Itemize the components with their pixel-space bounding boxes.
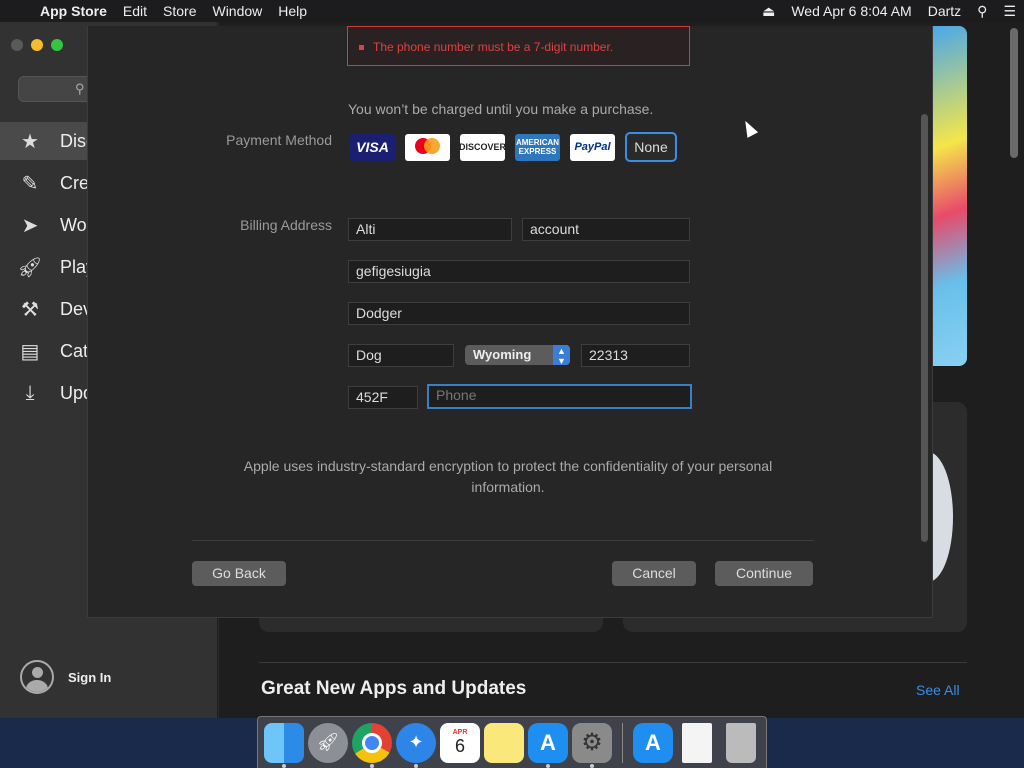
menu-store[interactable]: Store	[155, 3, 204, 19]
finder-icon[interactable]	[264, 722, 304, 768]
calendar-month: APR	[452, 728, 468, 736]
sign-in-button[interactable]: Sign In	[20, 660, 111, 694]
menu-edit[interactable]: Edit	[115, 3, 155, 19]
notes-icon[interactable]	[484, 722, 524, 763]
chevron-updown-icon: ▲ ▼	[553, 345, 570, 366]
window-controls	[11, 39, 63, 51]
payment-method-options: VISA DISCOVER AMERICAN EXPRESS PayPal No…	[350, 132, 677, 162]
chrome-icon[interactable]	[352, 722, 392, 768]
discover-option[interactable]: DISCOVER	[459, 133, 506, 161]
payment-sheet: The phone number must be a 7-digit numbe…	[87, 26, 933, 618]
cancel-button[interactable]: Cancel	[612, 561, 696, 586]
phone-field[interactable]: Phone	[427, 384, 692, 409]
featured-card[interactable]	[903, 402, 967, 632]
eject-icon[interactable]: ⏏	[754, 3, 783, 20]
system-preferences-icon[interactable]: ⚙	[572, 722, 612, 768]
state-select[interactable]: Wyoming ▲ ▼	[465, 345, 570, 366]
charge-note: You won’t be charged until you make a pu…	[348, 101, 654, 117]
launchpad-icon[interactable]: 🚀︎	[308, 722, 348, 763]
menu-app-name[interactable]: App Store	[36, 3, 115, 19]
state-select-value: Wyoming	[473, 347, 532, 362]
section-title: Great New Apps and Updates	[261, 678, 527, 699]
area-code-field[interactable]: 452F	[348, 386, 418, 409]
continue-button[interactable]: Continue	[715, 561, 813, 586]
safari-icon[interactable]: ✦	[396, 722, 436, 768]
brush-icon: ✎	[21, 172, 39, 195]
star-icon: ★	[21, 130, 39, 153]
notification-center-icon[interactable]: ☰	[995, 3, 1024, 20]
app-store-icon[interactable]: A	[528, 722, 568, 768]
calendar-day: 6	[454, 735, 465, 756]
last-name-field[interactable]: account	[522, 218, 690, 241]
error-message: The phone number must be a 7-digit numbe…	[347, 26, 690, 66]
download-icon: ⤓	[25, 381, 35, 404]
menu-window[interactable]: Window	[204, 3, 270, 19]
minimize-window-button[interactable]	[31, 39, 43, 51]
payment-method-label: Payment Method	[226, 132, 332, 148]
rocket-icon: 🚀︎	[17, 256, 43, 279]
see-all-link[interactable]: See All	[916, 682, 960, 698]
city-field[interactable]: Dog	[348, 344, 454, 367]
mastercard-option[interactable]	[405, 133, 450, 161]
divider	[259, 662, 967, 663]
trash-icon[interactable]	[726, 722, 756, 763]
main-scrollbar[interactable]	[1010, 28, 1018, 158]
paypal-option[interactable]: PayPal	[570, 133, 615, 161]
app-store-downloads-icon[interactable]: A	[633, 722, 673, 763]
menu-user[interactable]: Dartz	[920, 3, 969, 19]
menu-bar: App Store Edit Store Window Help ⏏ Wed A…	[0, 0, 1024, 22]
street2-field[interactable]: Dodger	[348, 302, 690, 325]
hammer-icon: ⚒	[21, 298, 39, 321]
first-name-field[interactable]: Alti	[348, 218, 512, 241]
encryption-note: Apple uses industry-standard encryption …	[243, 458, 773, 495]
categories-icon: ▤	[20, 340, 40, 363]
zip-field[interactable]: 22313	[581, 344, 690, 367]
dock: 🚀︎ ✦ APR 6 A ⚙ A	[257, 716, 767, 768]
paper-plane-icon: ➤	[21, 214, 39, 237]
featured-artwork[interactable]	[933, 26, 967, 366]
sheet-scrollbar[interactable]	[921, 114, 928, 542]
avatar-icon	[20, 660, 54, 694]
visa-option[interactable]: VISA	[350, 133, 395, 161]
menu-help[interactable]: Help	[270, 3, 315, 19]
zoom-window-button[interactable]	[51, 39, 63, 51]
billing-address-label: Billing Address	[240, 217, 332, 233]
menu-clock[interactable]: Wed Apr 6 8:04 AM	[783, 3, 919, 19]
divider	[192, 540, 814, 541]
amex-option[interactable]: AMERICAN EXPRESS	[515, 133, 560, 161]
document-icon[interactable]	[682, 722, 712, 763]
none-payment-option[interactable]: None	[625, 132, 677, 162]
go-back-button[interactable]: Go Back	[192, 561, 286, 586]
sign-in-label: Sign In	[68, 669, 112, 685]
calendar-icon[interactable]: APR 6	[440, 722, 480, 763]
dock-separator	[622, 722, 623, 763]
street-field[interactable]: gefigesiugia	[348, 260, 690, 283]
spotlight-search-icon[interactable]: ⚲	[969, 3, 995, 20]
close-window-button[interactable]	[11, 39, 23, 51]
